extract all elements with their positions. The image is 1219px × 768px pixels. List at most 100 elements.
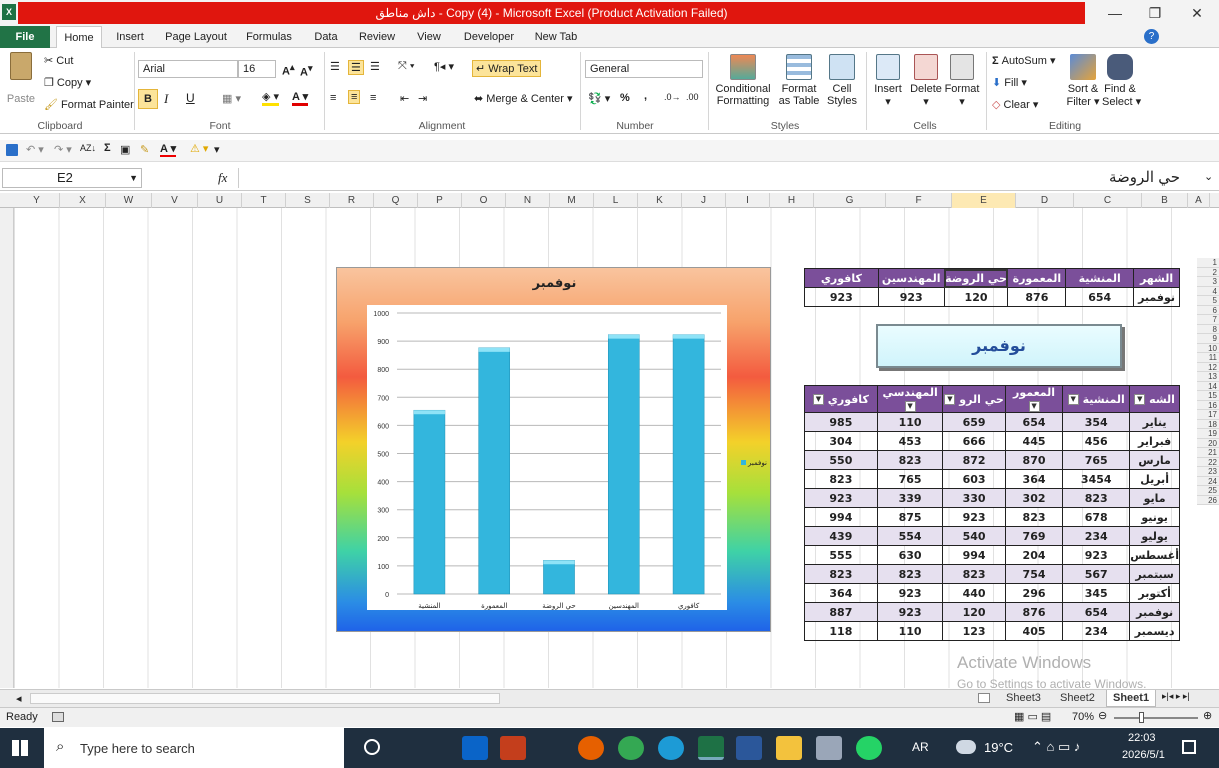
row-header[interactable]: 18 [1197,419,1219,429]
header-cell[interactable]: المنشية [1065,268,1135,288]
data-cell[interactable]: 985 [804,412,878,432]
notification-icon[interactable] [1182,740,1196,754]
picture-icon[interactable]: ▣ [120,143,130,156]
insert-cells-button[interactable]: Insert ▾ [870,54,906,108]
data-cell[interactable]: 345 [1062,583,1131,603]
data-cell[interactable]: 204 [1004,545,1064,565]
align-right-icon[interactable]: ≡ [370,92,376,104]
column-header[interactable]: F [886,193,952,208]
data-cell[interactable]: 234 [1062,526,1131,546]
align-center-icon[interactable]: ≡ [348,90,361,104]
data-cell[interactable]: 875 [876,507,944,527]
grow-font-icon[interactable]: A▴ [282,62,295,78]
filter-dropdown-icon[interactable]: ▼ [904,400,916,412]
data-cell[interactable]: 765 [1062,450,1131,470]
customize-qat-icon[interactable]: ▾ [214,143,220,156]
row-header[interactable]: 25 [1197,486,1219,496]
data-cell[interactable]: 923 [1062,545,1131,565]
row-header[interactable]: 1 [1197,258,1219,268]
data-cell[interactable]: 872 [942,450,1006,470]
merge-center-button[interactable]: ⬌ Merge & Center ▾ [474,92,573,105]
data-cell[interactable]: مارس [1129,450,1180,470]
data-cell[interactable]: 923 [876,602,944,622]
zoom-in-icon[interactable]: ⊕ [1203,709,1212,722]
row-header[interactable]: 26 [1197,495,1219,505]
header-cell[interactable]: كافوري [804,268,879,288]
data-cell[interactable]: 678 [1062,507,1131,527]
row-header[interactable]: 15 [1197,391,1219,401]
close-button[interactable]: ✕ [1182,4,1212,22]
zoom-slider[interactable] [1114,717,1198,719]
data-cell[interactable]: 887 [804,602,878,622]
data-cell[interactable]: فبراير [1129,431,1180,451]
data-cell[interactable]: 339 [876,488,944,508]
font-color-icon[interactable]: A ▾ [292,90,309,106]
data-cell[interactable]: 123 [942,621,1006,641]
data-cell[interactable]: 555 [804,545,878,565]
format-painter-button[interactable]: 🖌 Format Painter [44,98,134,111]
data-cell[interactable]: 554 [876,526,944,546]
data-cell[interactable]: 870 [1004,450,1064,470]
clock-date[interactable]: 2026/5/1 [1122,749,1165,761]
data-cell[interactable]: أبريل [1129,469,1180,489]
autosum-button[interactable]: Σ AutoSum ▾ [992,54,1056,67]
wrap-text-button[interactable]: ↵ Wrap Text [472,60,542,77]
column-header[interactable]: B [1142,193,1188,208]
column-header[interactable]: E [952,193,1016,208]
tray-icons[interactable]: ⌃ ⌂ ▭ ♪ [1032,739,1080,755]
expand-formula-icon[interactable]: ⌄ [1204,170,1213,183]
data-cell[interactable]: 923 [804,488,878,508]
vertical-scrollbar[interactable] [0,208,14,688]
whatsapp-icon[interactable] [856,736,882,760]
column-header[interactable]: X [60,193,106,208]
italic-button[interactable]: I [164,91,168,107]
data-cell[interactable]: 823 [1062,488,1131,508]
data-cell[interactable]: 302 [1004,488,1064,508]
column-header[interactable]: C [1074,193,1142,208]
row-header[interactable]: 9 [1197,334,1219,344]
sum-icon[interactable]: Σ [104,142,111,154]
sheet-nav-icon[interactable]: ▸|◂ ▸ ▸| [1162,691,1190,702]
cut-button[interactable]: ✂ Cut [44,54,73,67]
data-cell[interactable]: 654 [1004,412,1064,432]
row-header[interactable]: 19 [1197,429,1219,439]
fill-color-icon[interactable]: ◈ ▾ [262,90,280,106]
tab-page-layout[interactable]: Page Layout [160,26,232,48]
font-color-icon[interactable]: A ▾ [160,142,177,157]
orientation-icon[interactable]: ⤧ ▾ [398,60,414,73]
tab-data[interactable]: Data [306,26,346,48]
column-header[interactable]: L [594,193,638,208]
macro-record-icon[interactable] [52,712,64,722]
zoom-slider-thumb[interactable] [1139,712,1144,723]
tab-formulas[interactable]: Formulas [240,26,298,48]
data-cell[interactable]: 354 [1062,412,1131,432]
data-cell[interactable]: 823 [942,564,1006,584]
data-cell[interactable]: 439 [804,526,878,546]
sheet-tab-sheet1[interactable]: Sheet1 [1106,690,1157,707]
header-cell[interactable]: المنشية ▼ [1062,385,1131,413]
column-header[interactable]: W [106,193,152,208]
data-cell[interactable]: 823 [804,564,878,584]
column-header[interactable]: R [330,193,374,208]
windows-start-icon[interactable] [12,740,28,756]
data-cell[interactable]: 823 [876,564,944,584]
format-cells-button[interactable]: Format ▾ [944,54,980,108]
font-size-select[interactable]: 16 [238,60,276,78]
data-cell[interactable]: 440 [942,583,1006,603]
temperature[interactable]: 19°C [984,740,1013,755]
data-cell[interactable]: 769 [1004,526,1064,546]
data-cell[interactable]: 567 [1062,564,1131,584]
row-header[interactable]: 13 [1197,372,1219,382]
copy-button[interactable]: ❐ Copy ▾ [44,76,91,89]
fill-button[interactable]: ⬇ Fill ▾ [992,76,1027,89]
data-cell[interactable]: ديسمبر [1129,621,1180,641]
comma-button[interactable]: , [644,90,647,102]
filter-dropdown-icon[interactable]: ▼ [944,394,956,405]
data-cell[interactable]: 304 [804,431,878,451]
row-header[interactable]: 21 [1197,448,1219,458]
clear-button[interactable]: ◇ Clear ▾ [992,98,1038,111]
column-header[interactable]: T [242,193,286,208]
data-cell[interactable]: 603 [942,469,1006,489]
data-cell[interactable]: 120 [942,602,1006,622]
paste-button[interactable]: Paste [6,52,36,112]
